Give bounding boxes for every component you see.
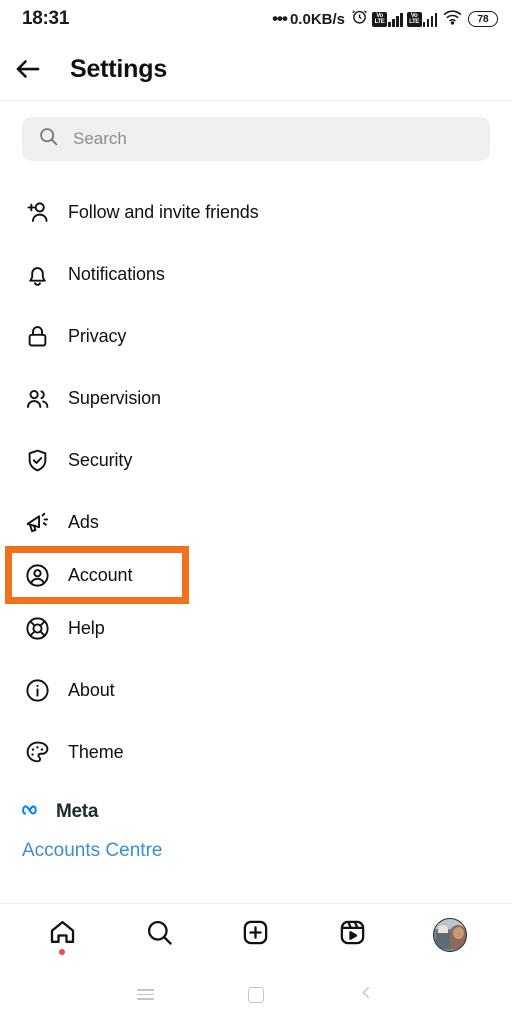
menu-item-label: Follow and invite friends (68, 201, 259, 222)
info-circle-icon (22, 675, 52, 705)
lifebuoy-icon (22, 613, 52, 643)
signal-bars-icon-2 (422, 12, 437, 27)
menu-item-label: Theme (68, 741, 124, 762)
meta-branding: Meta (22, 801, 512, 823)
search-tab[interactable] (131, 907, 187, 963)
alarm-clock-icon (351, 8, 368, 30)
network-dots-icon: ••• (272, 9, 288, 28)
wifi-icon (443, 9, 462, 30)
page-title: Settings (70, 54, 168, 83)
android-navigation-bar (0, 965, 512, 1024)
meta-infinity-icon (22, 802, 48, 823)
avatar (432, 917, 467, 952)
search-icon (38, 126, 59, 152)
menu-item-label: Supervision (68, 387, 161, 408)
profile-tab[interactable] (422, 907, 478, 963)
back-chevron-icon (359, 985, 374, 1005)
plus-square-icon (241, 918, 270, 952)
accounts-centre-link[interactable]: Accounts Centre (22, 840, 512, 862)
menu-item-ads[interactable]: Ads (0, 491, 512, 553)
battery-indicator: 78 (468, 11, 498, 27)
search-icon (145, 918, 174, 952)
volte-icon-2: Vo LTE (406, 11, 422, 27)
menu-item-label: Help (68, 617, 105, 638)
meta-footer: Meta Accounts Centre (0, 801, 512, 862)
menu-item-label: Account (68, 564, 133, 585)
page-header: Settings (0, 38, 512, 101)
menu-item-supervision[interactable]: Supervision (0, 367, 512, 429)
megaphone-icon (22, 507, 52, 537)
menu-item-privacy[interactable]: Privacy (0, 305, 512, 367)
menu-item-label: Ads (68, 511, 99, 532)
recents-button[interactable] (123, 973, 167, 1017)
menu-item-follow-and-invite-friends[interactable]: Follow and invite friends (0, 181, 512, 243)
sim1-signal: Vo LTE (372, 11, 403, 27)
palette-icon (22, 737, 52, 767)
home-icon (48, 918, 77, 952)
menu-item-notifications[interactable]: Notifications (0, 243, 512, 305)
menu-item-theme[interactable]: Theme (0, 721, 512, 783)
person-add-icon (22, 197, 52, 227)
home-button[interactable] (234, 973, 278, 1017)
home-tab[interactable] (34, 907, 90, 963)
sim2-signal: Vo LTE (406, 11, 437, 27)
account-circle-icon (22, 560, 52, 590)
reels-icon (338, 918, 367, 952)
status-icons: ••• 0.0KB/s Vo LTE Vo LTE 78 (272, 8, 498, 30)
status-time: 18:31 (22, 8, 70, 29)
back-button[interactable] (0, 41, 56, 97)
meta-label: Meta (56, 801, 99, 822)
settings-menu: Follow and invite friends Notifications … (0, 173, 512, 783)
menu-item-account[interactable]: Account (5, 546, 189, 604)
reels-tab[interactable] (325, 907, 381, 963)
instagram-bottom-nav (0, 903, 512, 965)
back-button-android[interactable] (345, 973, 389, 1017)
network-speed-label: 0.0KB/s (289, 10, 345, 28)
menu-item-help[interactable]: Help (0, 597, 512, 659)
people-icon (22, 383, 52, 413)
search-input[interactable]: Search (22, 117, 490, 161)
recents-icon (136, 986, 154, 1004)
signal-bars-icon (388, 12, 403, 27)
menu-item-label: Notifications (68, 263, 165, 284)
home-badge-dot (59, 948, 66, 955)
volte-icon: Vo LTE (372, 11, 387, 27)
menu-item-label: Privacy (68, 325, 127, 346)
create-tab[interactable] (228, 907, 284, 963)
menu-item-security[interactable]: Security (0, 429, 512, 491)
home-square-icon (247, 986, 264, 1003)
menu-item-about[interactable]: About (0, 659, 512, 721)
lock-icon (22, 321, 52, 351)
search-placeholder: Search (73, 129, 127, 148)
search-section: Search (0, 101, 512, 173)
bell-icon (22, 259, 52, 289)
menu-item-label: About (68, 679, 115, 700)
status-bar: 18:31 ••• 0.0KB/s Vo LTE Vo LTE 78 (0, 0, 512, 38)
shield-check-icon (22, 445, 52, 475)
menu-item-label: Security (68, 449, 133, 470)
